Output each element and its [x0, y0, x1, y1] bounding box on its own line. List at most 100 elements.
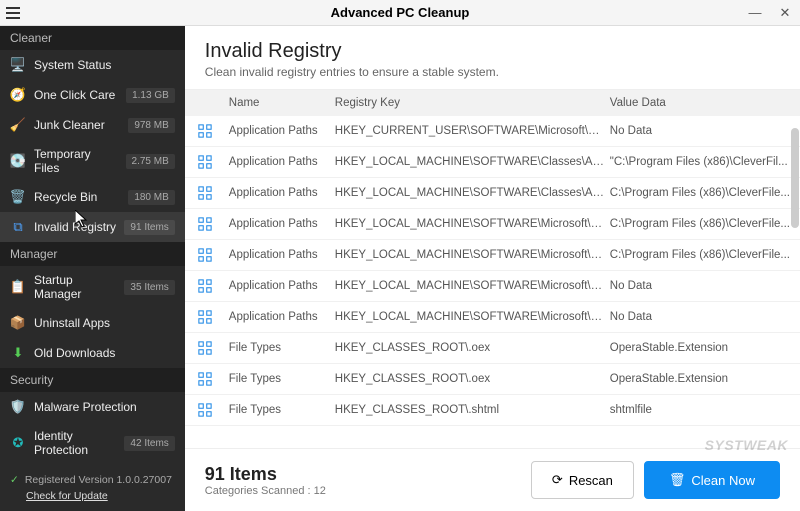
table-row[interactable]: Application PathsHKEY_LOCAL_MACHINE\SOFT… [185, 240, 800, 271]
table-row[interactable]: File TypesHKEY_CLASSES_ROOT\.oexOperaSta… [185, 333, 800, 364]
nav-label: Temporary Files [34, 147, 118, 175]
nav-badge: 35 Items [124, 280, 174, 295]
close-button[interactable]: ✕ [770, 0, 800, 25]
table-row[interactable]: Application PathsHKEY_CURRENT_USER\SOFTW… [185, 116, 800, 147]
download-icon: ⬇ [10, 345, 26, 361]
refresh-icon: ⟳ [552, 472, 563, 488]
row-name: Application Paths [225, 311, 335, 323]
table-row[interactable]: Application PathsHKEY_LOCAL_MACHINE\SOFT… [185, 178, 800, 209]
registry-row-icon [198, 248, 212, 262]
rescan-button[interactable]: ⟳ Rescan [531, 461, 634, 499]
nav-label: System Status [34, 58, 175, 72]
scrollbar[interactable] [791, 128, 799, 228]
row-value: No Data [610, 311, 800, 323]
check-icon: ✓ [10, 474, 19, 486]
nav-badge: 1.13 GB [126, 88, 175, 103]
items-count: 91 Items [205, 464, 326, 485]
row-value: OperaStable.Extension [610, 373, 800, 385]
sidebar-item-downloads[interactable]: ⬇ Old Downloads [0, 338, 185, 368]
table-row[interactable]: File TypesHKEY_CLASSES_ROOT\.shtmlshtmlf… [185, 395, 800, 426]
brush-icon: 🧹 [10, 117, 26, 133]
clean-label: Clean Now [691, 473, 755, 488]
row-name: File Types [225, 404, 335, 416]
col-key: Registry Key [335, 97, 610, 109]
col-val: Value Data [610, 97, 800, 109]
row-key: HKEY_LOCAL_MACHINE\SOFTWARE\Classes\Appl… [335, 187, 610, 199]
nav-label: One Click Care [34, 88, 118, 102]
table-row[interactable]: Application PathsHKEY_LOCAL_MACHINE\SOFT… [185, 147, 800, 178]
sidebar-item-junk[interactable]: 🧹 Junk Cleaner 978 MB [0, 110, 185, 140]
row-value: C:\Program Files (x86)\CleverFile... [610, 218, 800, 230]
row-key: HKEY_LOCAL_MACHINE\SOFTWARE\Classes\Appl… [335, 156, 610, 168]
table-row[interactable]: Application PathsHKEY_LOCAL_MACHINE\SOFT… [185, 302, 800, 333]
table-row[interactable]: Application PathsHKEY_LOCAL_MACHINE\SOFT… [185, 271, 800, 302]
row-value: No Data [610, 280, 800, 292]
registry-row-icon [198, 310, 212, 324]
row-name: File Types [225, 342, 335, 354]
row-key: HKEY_CLASSES_ROOT\.oex [335, 342, 610, 354]
section-security: Security [0, 368, 185, 392]
registry-row-icon [198, 186, 212, 200]
page-subtitle: Clean invalid registry entries to ensure… [205, 65, 780, 79]
registry-row-icon [198, 279, 212, 293]
sidebar-item-temp[interactable]: 💽 Temporary Files 2.75 MB [0, 140, 185, 182]
shield-icon: 🛡️ [10, 399, 26, 415]
sidebar: Cleaner 🖥️ System Status 🧭 One Click Car… [0, 26, 185, 511]
sidebar-item-identity[interactable]: ✪ Identity Protection 42 Items [0, 422, 185, 464]
row-value: OperaStable.Extension [610, 342, 800, 354]
minimize-button[interactable]: — [740, 0, 770, 25]
speedometer-icon: 🧭 [10, 87, 26, 103]
row-key: HKEY_LOCAL_MACHINE\SOFTWARE\Microsoft\Wi… [335, 249, 610, 261]
table-header: Name Registry Key Value Data [185, 90, 800, 116]
registry-icon: ⧉ [10, 219, 26, 235]
app-title: Advanced PC Cleanup [0, 5, 800, 20]
sidebar-footer: ✓ Registered Version 1.0.0.27007 Check f… [0, 464, 185, 511]
nav-badge: 91 Items [124, 220, 174, 235]
check-update-link[interactable]: Check for Update [10, 490, 175, 502]
registry-row-icon [198, 372, 212, 386]
nav-label: Malware Protection [34, 400, 175, 414]
registry-row-icon [198, 403, 212, 417]
sidebar-item-malware[interactable]: 🛡️ Malware Protection [0, 392, 185, 422]
main-panel: Invalid Registry Clean invalid registry … [185, 26, 800, 511]
disk-icon: 💽 [10, 153, 26, 169]
nav-badge: 42 Items [124, 436, 174, 451]
sidebar-item-startup[interactable]: 📋 Startup Manager 35 Items [0, 266, 185, 308]
registry-table: Name Registry Key Value Data Application… [185, 89, 800, 448]
identity-icon: ✪ [10, 435, 26, 451]
sidebar-item-uninstall[interactable]: 📦 Uninstall Apps [0, 308, 185, 338]
sidebar-item-registry[interactable]: ⧉ Invalid Registry 91 Items [0, 212, 185, 242]
registry-row-icon [198, 341, 212, 355]
nav-badge: 978 MB [128, 118, 174, 133]
page-title: Invalid Registry [205, 40, 780, 63]
sidebar-item-recycle[interactable]: 🗑️ Recycle Bin 180 MB [0, 182, 185, 212]
page-header: Invalid Registry Clean invalid registry … [185, 26, 800, 89]
registry-row-icon [198, 124, 212, 138]
nav-label: Old Downloads [34, 346, 175, 360]
nav-label: Invalid Registry [34, 220, 116, 234]
footer-bar: 91 Items Categories Scanned : 12 ⟳ Resca… [185, 448, 800, 511]
nav-label: Recycle Bin [34, 190, 120, 204]
menu-icon[interactable] [0, 0, 26, 26]
col-name: Name [225, 97, 335, 109]
row-name: Application Paths [225, 218, 335, 230]
rocket-icon: 📋 [10, 279, 26, 295]
table-row[interactable]: Application PathsHKEY_LOCAL_MACHINE\SOFT… [185, 209, 800, 240]
package-icon: 📦 [10, 315, 26, 331]
row-value: "C:\Program Files (x86)\CleverFil... [610, 156, 800, 168]
categories-scanned: Categories Scanned : 12 [205, 485, 326, 497]
table-row[interactable]: File TypesHKEY_CLASSES_ROOT\.oexOperaSta… [185, 364, 800, 395]
nav-label: Junk Cleaner [34, 118, 120, 132]
sidebar-item-one-click[interactable]: 🧭 One Click Care 1.13 GB [0, 80, 185, 110]
title-bar: Advanced PC Cleanup — ✕ [0, 0, 800, 26]
row-value: No Data [610, 125, 800, 137]
sidebar-item-system-status[interactable]: 🖥️ System Status [0, 50, 185, 80]
row-name: Application Paths [225, 280, 335, 292]
row-key: HKEY_LOCAL_MACHINE\SOFTWARE\Microsoft\Wi… [335, 311, 610, 323]
clean-now-button[interactable]: 🗑 Clean Now [644, 461, 780, 499]
nav-badge: 180 MB [128, 190, 174, 205]
row-key: HKEY_LOCAL_MACHINE\SOFTWARE\Microsoft\Wi… [335, 218, 610, 230]
registry-row-icon [198, 217, 212, 231]
row-value: C:\Program Files (x86)\CleverFile... [610, 187, 800, 199]
row-key: HKEY_CLASSES_ROOT\.oex [335, 373, 610, 385]
